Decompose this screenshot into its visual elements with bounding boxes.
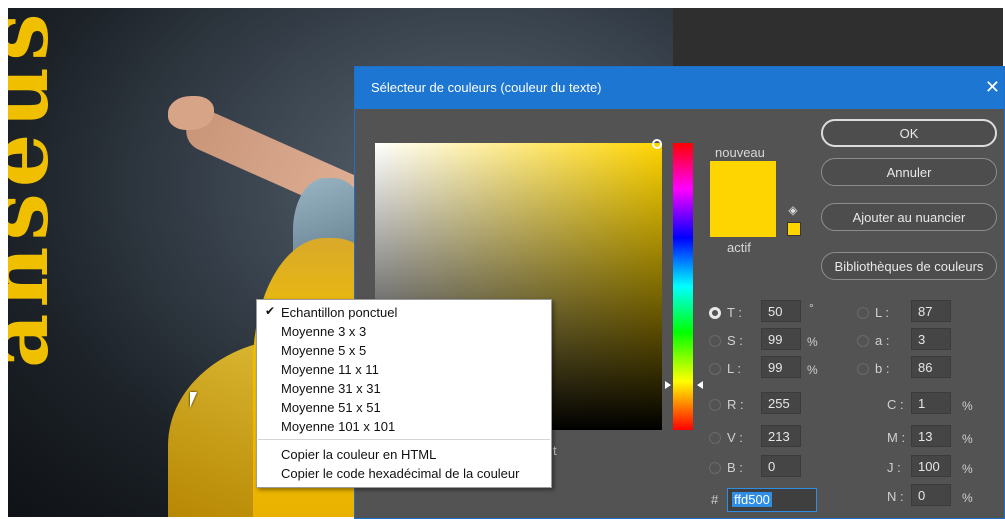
red-label: R : (727, 397, 744, 412)
radio-brightness[interactable] (709, 363, 721, 375)
ok-button[interactable]: OK (821, 119, 997, 147)
green-input[interactable]: 213 (761, 425, 801, 447)
hex-prefix: # (711, 492, 719, 507)
color-field-cursor[interactable] (652, 139, 662, 149)
blue-label: B : (727, 460, 743, 475)
vertical-title-text[interactable]: anseuse (8, 8, 67, 368)
radio-lab-a[interactable] (857, 335, 869, 347)
hue-input[interactable]: 50 (761, 300, 801, 322)
add-to-swatches-button[interactable]: Ajouter au nuancier (821, 203, 997, 231)
saturation-input[interactable]: 99 (761, 328, 801, 350)
color-libraries-button[interactable]: Bibliothèques de couleurs (821, 252, 997, 280)
radio-red[interactable] (709, 399, 721, 411)
dancer-hand (168, 96, 214, 130)
black-label: N : (887, 489, 904, 504)
green-label: V : (727, 430, 743, 445)
brightness-unit: % (807, 363, 818, 377)
blue-input[interactable]: 0 (761, 455, 801, 477)
hex-input[interactable]: ffd500 (727, 488, 817, 512)
close-icon[interactable]: ✕ (985, 77, 1000, 98)
yellow-label: J : (887, 460, 901, 475)
black-input[interactable]: 0 (911, 484, 951, 506)
menu-item-average-31[interactable]: Moyenne 31 x 31 (281, 379, 381, 399)
radio-blue[interactable] (709, 462, 721, 474)
lab-a-input[interactable]: 3 (911, 328, 951, 350)
menu-item-copy-hex[interactable]: Copier le code hexadécimal de la couleur (281, 464, 519, 484)
current-color-label: actif (727, 240, 751, 255)
cyan-unit: % (962, 399, 973, 413)
menu-separator (258, 439, 550, 440)
magenta-input[interactable]: 13 (911, 425, 951, 447)
radio-saturation[interactable] (709, 335, 721, 347)
cancel-button[interactable]: Annuler (821, 158, 997, 186)
brightness-input[interactable]: 99 (761, 356, 801, 378)
dialog-titlebar[interactable]: Sélecteur de couleurs (couleur du texte)… (355, 67, 1004, 109)
menu-item-copy-html[interactable]: Copier la couleur en HTML (281, 445, 436, 465)
menu-item-average-3[interactable]: Moyenne 3 x 3 (281, 322, 366, 342)
saturation-label: S : (727, 333, 743, 348)
red-input[interactable]: 255 (761, 392, 801, 414)
radio-lab-b[interactable] (857, 363, 869, 375)
cyan-label: C : (887, 397, 904, 412)
hue-slider[interactable] (673, 143, 693, 430)
partial-hidden-label: t (553, 443, 557, 458)
hue-slider-right-arrow-icon[interactable] (697, 381, 703, 389)
checkmark-icon: ✔ (265, 304, 276, 318)
yellow-input[interactable]: 100 (911, 455, 951, 477)
hue-slider-left-arrow-icon[interactable] (665, 381, 671, 389)
lab-a-label: a : (875, 333, 890, 348)
new-color-label: nouveau (715, 145, 765, 160)
lab-l-label: L : (875, 305, 889, 320)
menu-item-average-101[interactable]: Moyenne 101 x 101 (281, 417, 395, 437)
menu-item-point-sample[interactable]: Echantillon ponctuel (281, 303, 397, 323)
menu-item-average-51[interactable]: Moyenne 51 x 51 (281, 398, 381, 418)
web-safe-color-swatch[interactable] (787, 222, 801, 236)
magenta-unit: % (962, 432, 973, 446)
menu-item-average-11[interactable]: Moyenne 11 x 11 (281, 360, 379, 380)
lab-b-label: b : (875, 361, 890, 376)
magenta-label: M : (887, 430, 906, 445)
yellow-unit: % (962, 462, 973, 476)
hex-value[interactable]: ffd500 (732, 492, 772, 507)
hue-label: T : (727, 305, 742, 320)
hue-unit: ° (809, 301, 814, 315)
dialog-title: Sélecteur de couleurs (couleur du texte) (371, 80, 602, 95)
eyedropper-context-menu: ✔ Echantillon ponctuel Moyenne 3 x 3 Moy… (256, 299, 552, 488)
saturation-unit: % (807, 335, 818, 349)
radio-green[interactable] (709, 432, 721, 444)
radio-hue[interactable] (709, 307, 721, 319)
mouse-pointer-icon (190, 392, 197, 408)
black-unit: % (962, 491, 973, 505)
cyan-input[interactable]: 1 (911, 392, 951, 414)
radio-lab-l[interactable] (857, 307, 869, 319)
lab-b-input[interactable]: 86 (911, 356, 951, 378)
brightness-label: L : (727, 361, 741, 376)
lab-l-input[interactable]: 87 (911, 300, 951, 322)
new-color-swatch (710, 161, 776, 237)
web-safe-cube-icon[interactable]: ◈ (787, 203, 799, 217)
menu-item-average-5[interactable]: Moyenne 5 x 5 (281, 341, 366, 361)
